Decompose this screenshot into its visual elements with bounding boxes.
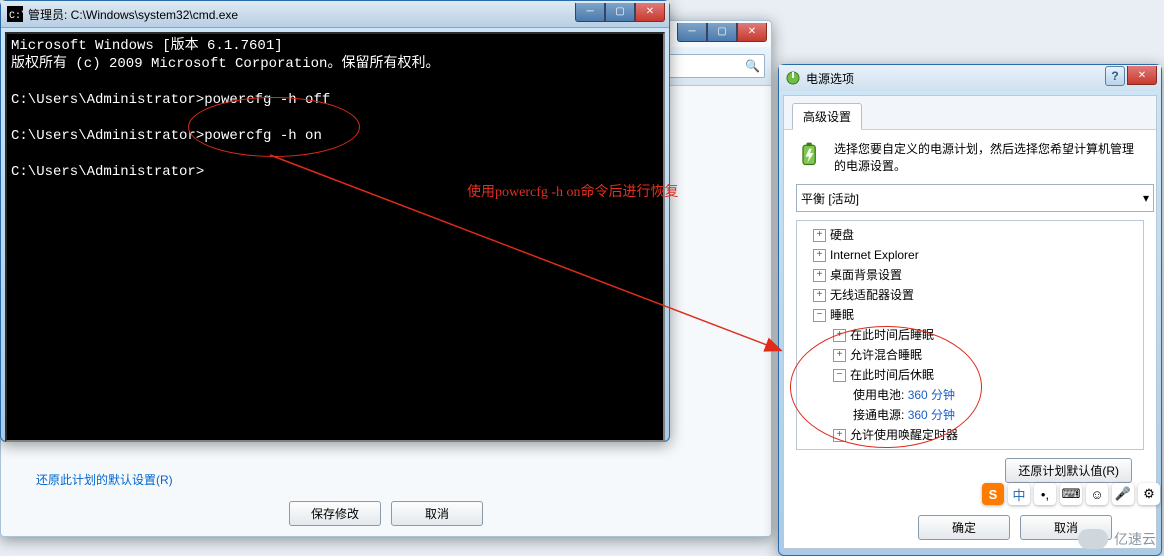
ime-mic-icon[interactable]: 🎤: [1112, 483, 1134, 505]
power-plan-selected: 平衡 [活动]: [801, 190, 859, 207]
ime-settings-icon[interactable]: ⚙: [1138, 483, 1160, 505]
ime-toolbar: S 中 •, ⌨ ☺ 🎤 ⚙: [982, 483, 1160, 505]
cmd-titlebar: C:\ 管理员: C:\Windows\system32\cmd.exe ─ ▢…: [1, 1, 669, 28]
tree-node-desktop-bg[interactable]: +桌面背景设置: [799, 265, 1141, 285]
tree-node-harddisk[interactable]: +硬盘: [799, 225, 1141, 245]
search-icon: 🔍: [745, 59, 760, 73]
annotation-ellipse-power: [790, 326, 982, 448]
power-close-button[interactable]: ✕: [1127, 66, 1157, 85]
cloud-icon: [1078, 529, 1108, 549]
power-info-text: 选择您要自定义的电源计划，然后选择您希望计算机管理的电源设置。: [834, 140, 1144, 174]
cmd-title-text: 管理员: C:\Windows\system32\cmd.exe: [28, 6, 575, 23]
restore-plan-defaults-button[interactable]: 还原计划默认值(R): [1005, 458, 1132, 483]
ime-sogou-icon[interactable]: S: [982, 483, 1004, 505]
power-titlebar: 电源选项 ? ✕: [779, 65, 1161, 91]
cmd-icon: C:\: [7, 6, 23, 22]
cancel-button[interactable]: 取消: [391, 501, 483, 526]
cmd-maximize-button[interactable]: ▢: [605, 3, 635, 22]
power-ok-button[interactable]: 确定: [918, 515, 1010, 540]
annotation-text: 使用powercfg -h on命令后进行恢复: [467, 184, 679, 202]
svg-text:C:\: C:\: [9, 10, 23, 22]
bg-minimize-button[interactable]: ─: [677, 23, 707, 42]
tree-node-wireless[interactable]: +无线适配器设置: [799, 285, 1141, 305]
power-body: 高级设置 选择您要自定义的电源计划，然后选择您希望计算机管理的电源设置。 平衡 …: [783, 95, 1157, 549]
cmd-window: C:\ 管理员: C:\Windows\system32\cmd.exe ─ ▢…: [0, 0, 670, 442]
watermark: 亿速云: [1078, 529, 1156, 549]
power-plan-select[interactable]: 平衡 [活动] ▾: [796, 184, 1154, 212]
cmd-minimize-button[interactable]: ─: [575, 3, 605, 22]
power-tabstrip: 高级设置: [784, 96, 1156, 130]
battery-icon: [796, 140, 824, 168]
cmd-terminal[interactable]: Microsoft Windows [版本 6.1.7601] 版权所有 (c)…: [5, 32, 665, 442]
power-help-button[interactable]: ?: [1105, 66, 1125, 86]
annotation-ellipse-cmd: [188, 97, 360, 157]
save-changes-button[interactable]: 保存修改: [289, 501, 381, 526]
ime-keyboard-icon[interactable]: ⌨: [1060, 483, 1082, 505]
cmd-close-button[interactable]: ✕: [635, 3, 665, 22]
power-title-text: 电源选项: [806, 70, 1105, 87]
background-button-row: 保存修改 取消: [1, 501, 771, 526]
ime-mode-icon[interactable]: 中: [1008, 483, 1030, 505]
ime-emoji-icon[interactable]: ☺: [1086, 483, 1108, 505]
tree-node-sleep[interactable]: −睡眠: [799, 305, 1141, 325]
restore-plan-defaults-link[interactable]: 还原此计划的默认设置(R): [36, 471, 173, 488]
ime-punct-icon[interactable]: •,: [1034, 483, 1056, 505]
chevron-down-icon: ▾: [1143, 191, 1149, 205]
tab-advanced-settings[interactable]: 高级设置: [792, 103, 862, 130]
watermark-text: 亿速云: [1114, 529, 1156, 549]
power-icon: [785, 70, 801, 86]
bg-close-button[interactable]: ✕: [737, 23, 767, 42]
bg-maximize-button[interactable]: ▢: [707, 23, 737, 42]
tree-node-ie[interactable]: +Internet Explorer: [799, 245, 1141, 265]
